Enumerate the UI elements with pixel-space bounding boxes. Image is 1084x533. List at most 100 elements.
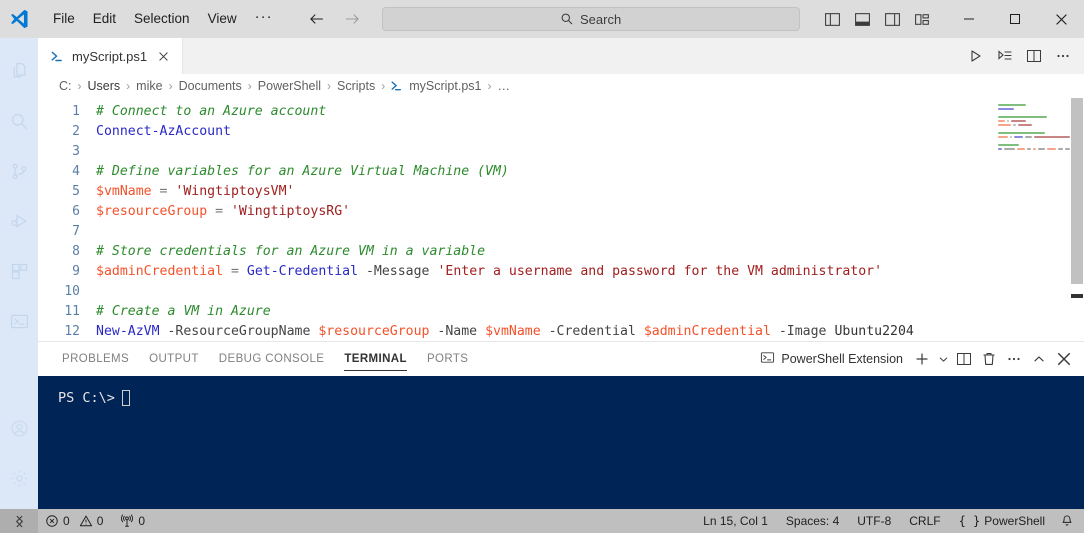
search-placeholder: Search: [580, 11, 622, 27]
code-line[interactable]: # Create a VM in Azure: [96, 302, 1084, 322]
code-line[interactable]: # Define variables for an Azure Virtual …: [96, 162, 1084, 182]
code-token: Get-Credential: [246, 264, 359, 279]
menu-view[interactable]: View: [199, 6, 246, 32]
activitybar-source-control[interactable]: [0, 146, 38, 196]
breadcrumb-item-c[interactable]: C:: [58, 79, 73, 93]
breadcrumb-separator: ›: [168, 79, 173, 93]
code-line[interactable]: # Connect to an Azure account: [96, 102, 1084, 122]
maximize-icon[interactable]: [992, 0, 1038, 38]
code-line[interactable]: New-AzVM -ResourceGroupName $resourceGro…: [96, 322, 1084, 341]
close-icon[interactable]: [1038, 0, 1084, 38]
new-terminal-button[interactable]: [910, 347, 934, 371]
terminal-profile-dropdown[interactable]: [935, 347, 951, 371]
breadcrumb-item-documents[interactable]: Documents: [178, 79, 243, 93]
activity-bar-top: [0, 38, 38, 346]
bottom-panel: PROBLEMS OUTPUT DEBUG CONSOLE TERMINAL P…: [38, 341, 1084, 509]
menu-selection[interactable]: Selection: [125, 6, 199, 32]
panel-tab-ports[interactable]: PORTS: [417, 342, 478, 376]
breadcrumb-item-powershell[interactable]: PowerShell: [257, 79, 322, 93]
line-number: 10: [64, 284, 80, 299]
braces-icon: { }: [958, 514, 981, 528]
customize-layout-icon[interactable]: [908, 6, 936, 32]
line-number: 4: [72, 164, 80, 179]
breadcrumb-item-scripts[interactable]: Scripts: [336, 79, 376, 93]
activitybar-run-debug[interactable]: [0, 196, 38, 246]
terminal-selector[interactable]: PowerShell Extension: [760, 350, 909, 368]
code-token: $adminCredential: [96, 264, 224, 279]
breadcrumb-item-myscript[interactable]: myScript.ps1: [408, 79, 482, 93]
kill-terminal-button[interactable]: [977, 347, 1001, 371]
split-terminal-button[interactable]: [952, 347, 976, 371]
terminal-prompt: PS C:\>: [58, 390, 115, 406]
run-selection-button[interactable]: [992, 43, 1018, 69]
remote-window-icon[interactable]: [0, 509, 38, 533]
titlebar-right-group: [818, 0, 1084, 38]
activitybar-powershell[interactable]: [0, 296, 38, 346]
close-panel-button[interactable]: [1052, 347, 1076, 371]
code-token: $vmName: [96, 184, 152, 199]
status-eol[interactable]: CRLF: [900, 509, 949, 533]
run-button[interactable]: [963, 43, 989, 69]
error-count: 0: [63, 514, 70, 528]
status-notifications[interactable]: [1054, 509, 1084, 533]
maximize-panel-button[interactable]: [1027, 347, 1051, 371]
code-line[interactable]: [96, 142, 1084, 162]
breadcrumb-item-mike[interactable]: mike: [135, 79, 163, 93]
toggle-secondary-sidebar-icon[interactable]: [878, 6, 906, 32]
menu-file[interactable]: File: [44, 6, 84, 32]
tab-myscript-ps1[interactable]: myScript.ps1: [38, 38, 184, 74]
code-line[interactable]: [96, 222, 1084, 242]
code-content[interactable]: # Connect to an Azure account Connect-AzA…: [96, 98, 1084, 341]
code-line[interactable]: $adminCredential = Get-Credential -Messa…: [96, 262, 1084, 282]
menu-bar: File Edit Selection View ···: [44, 6, 282, 33]
split-editor-button[interactable]: [1021, 43, 1047, 69]
search-input[interactable]: Search: [381, 7, 800, 31]
panel-tab-debug-console[interactable]: DEBUG CONSOLE: [209, 342, 335, 376]
activitybar-account[interactable]: [0, 403, 38, 453]
code-line[interactable]: [96, 282, 1084, 302]
close-icon[interactable]: [154, 47, 172, 65]
layout-controls: [818, 6, 946, 32]
status-indentation[interactable]: Spaces: 4: [777, 509, 848, 533]
code-token: -ResourceGroupName: [159, 324, 319, 339]
breadcrumb-item-users[interactable]: Users: [87, 79, 122, 93]
code-editor[interactable]: 12345678910111213 # Connect to an Azure …: [38, 98, 1084, 341]
code-token: Ubuntu2204: [834, 324, 914, 339]
activitybar-search[interactable]: [0, 96, 38, 146]
breadcrumb-item-overflow[interactable]: …: [496, 79, 511, 93]
activitybar-extensions[interactable]: [0, 246, 38, 296]
minimize-icon[interactable]: [946, 0, 992, 38]
activitybar-explorer[interactable]: [0, 46, 38, 96]
code-line[interactable]: $resourceGroup = 'WingtiptoysRG': [96, 202, 1084, 222]
arrow-left-icon[interactable]: [304, 7, 330, 31]
status-errors[interactable]: 0: [38, 509, 77, 533]
more-actions-button[interactable]: [1050, 43, 1076, 69]
line-number: 5: [72, 184, 80, 199]
toggle-primary-sidebar-icon[interactable]: [818, 6, 846, 32]
status-language-mode[interactable]: { } PowerShell: [950, 509, 1054, 533]
status-cursor-position[interactable]: Ln 15, Col 1: [694, 509, 777, 533]
menu-more[interactable]: ···: [246, 6, 282, 33]
menu-edit[interactable]: Edit: [84, 6, 125, 32]
panel-tab-terminal[interactable]: TERMINAL: [334, 342, 417, 376]
code-token: # Connect to an Azure account: [96, 104, 327, 119]
terminal-body[interactable]: PS C:\>: [38, 376, 1084, 509]
window-controls: [946, 0, 1084, 38]
panel-tab-output[interactable]: OUTPUT: [139, 342, 209, 376]
scrollbar-thumb[interactable]: [1071, 98, 1083, 284]
code-token: -Message: [358, 264, 438, 279]
warning-icon: [79, 514, 93, 528]
panel-more-actions-button[interactable]: [1002, 347, 1026, 371]
line-number-gutter: 12345678910111213: [38, 98, 96, 341]
status-ports[interactable]: 0: [110, 509, 152, 533]
code-line[interactable]: # Store credentials for an Azure VM in a…: [96, 242, 1084, 262]
panel-tab-problems[interactable]: PROBLEMS: [52, 342, 139, 376]
status-warnings[interactable]: 0: [77, 509, 111, 533]
status-encoding[interactable]: UTF-8: [848, 509, 900, 533]
arrow-right-icon[interactable]: [340, 7, 366, 31]
activitybar-settings[interactable]: [0, 453, 38, 503]
toggle-panel-icon[interactable]: [848, 6, 876, 32]
editor-vertical-scrollbar[interactable]: [1070, 98, 1084, 341]
code-line[interactable]: Connect-AzAccount: [96, 122, 1084, 142]
code-line[interactable]: $vmName = 'WingtiptoysVM': [96, 182, 1084, 202]
